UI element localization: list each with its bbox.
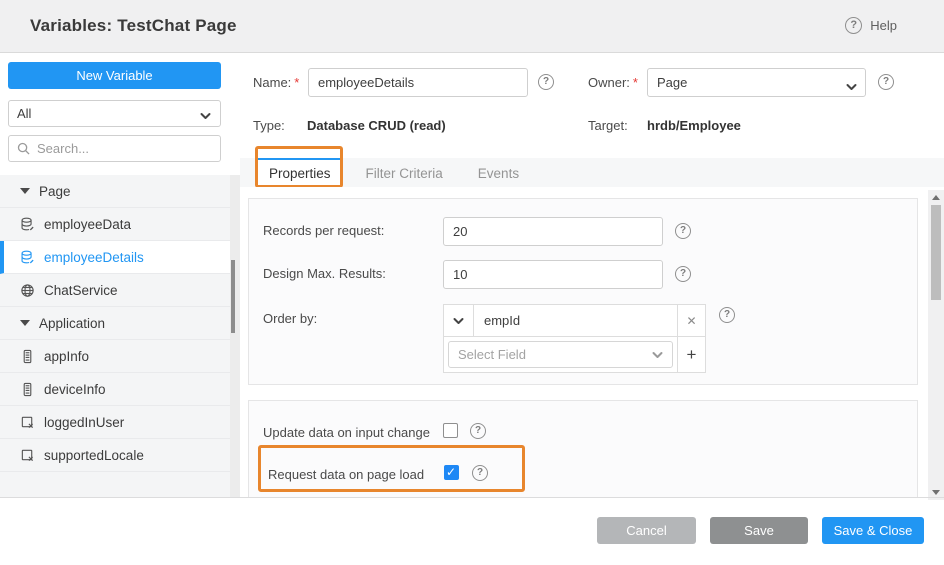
order-by-label: Order by: [263,311,317,326]
order-by-add-row: Select Field [444,336,705,372]
required-asterisk: * [633,75,638,90]
search-box[interactable] [8,135,221,162]
caret-down-icon [20,320,30,326]
main-scrollbar-thumb[interactable] [931,205,941,300]
tree-item-label: deviceInfo [44,382,106,397]
update-data-help-icon[interactable] [470,423,486,439]
remove-order-field-button[interactable] [677,305,705,336]
owner-label: Owner:* [588,75,638,90]
tab-bar: Properties Filter Criteria Events [240,158,944,187]
variable-tree: Page employeeData employeeDetails [0,175,230,497]
name-help-icon[interactable] [538,74,554,90]
request-data-label: Request data on page load [268,467,424,482]
tab-properties[interactable]: Properties [258,158,342,187]
design-max-results-label: Design Max. Results: [263,266,386,281]
order-by-control: empId Select Field [443,304,706,373]
design-help-icon[interactable] [675,266,691,282]
tree-item-label: ChatService [44,283,118,298]
properties-panel: Records per request: Design Max. Results… [240,187,928,497]
select-field-dropdown[interactable]: Select Field [448,341,673,368]
update-data-checkbox[interactable] [443,423,458,438]
variables-sidebar: New Variable All Page employeeData [0,53,230,497]
scroll-down-arrow-icon[interactable] [932,490,940,495]
tree-item-label: loggedInUser [44,415,124,430]
variable-detail-panel: Name:* Owner:* Page Type: Database CRUD … [240,53,944,497]
orderby-help-icon[interactable] [719,307,735,323]
chevron-down-icon [453,317,464,325]
help-icon [845,17,862,34]
model-variable-icon [20,448,35,463]
request-data-checkbox[interactable] [444,465,459,480]
tree-group-label: Application [39,316,105,331]
tab-events[interactable]: Events [467,158,530,187]
tree-group-label: Page [39,184,71,199]
device-icon [20,382,35,397]
request-settings-box: Records per request: Design Max. Results… [248,198,918,385]
model-variable-icon [20,415,35,430]
order-by-field-value[interactable]: empId [474,305,677,336]
tree-item-employeedetails[interactable]: employeeDetails [0,241,230,274]
tab-filter-criteria[interactable]: Filter Criteria [355,158,454,187]
tree-item-label: supportedLocale [44,448,144,463]
records-per-request-label: Records per request: [263,223,384,238]
dialog-header: Variables: TestChat Page Help [0,0,944,53]
page-title: Variables: TestChat Page [30,16,237,36]
tree-item-label: employeeData [44,217,131,232]
order-direction-toggle[interactable] [444,305,474,336]
globe-icon [20,283,35,298]
type-label: Type: [253,118,285,133]
records-per-request-input[interactable] [443,217,663,246]
add-order-field-button[interactable] [677,337,705,372]
main-scrollbar[interactable] [928,190,944,500]
owner-help-icon[interactable] [878,74,894,90]
name-input[interactable] [308,68,528,97]
save-button[interactable]: Save [710,517,808,544]
type-value: Database CRUD (read) [307,118,446,133]
search-input[interactable] [37,141,212,156]
name-label: Name:* [253,75,299,90]
sidebar-scrollbar[interactable] [230,175,240,497]
request-data-help-icon[interactable] [472,465,488,481]
sidebar-scrollbar-thumb[interactable] [231,260,235,333]
tree-group-application[interactable]: Application [0,307,230,340]
tree-item-loggedinuser[interactable]: loggedInUser [0,406,230,439]
update-data-label: Update data on input change [263,425,430,440]
database-icon [20,217,35,232]
records-help-icon[interactable] [675,223,691,239]
chevron-down-icon [652,351,663,359]
tree-item-chatservice[interactable]: ChatService [0,274,230,307]
load-behavior-box: Update data on input change Request data… [248,400,918,497]
tree-group-page[interactable]: Page [0,175,230,208]
design-max-results-input[interactable] [443,260,663,289]
owner-select[interactable]: Page [647,68,866,97]
help-label: Help [870,18,897,33]
tree-item-appinfo[interactable]: appInfo [0,340,230,373]
variable-filter-select[interactable]: All [8,100,221,127]
tree-item-supportedlocale[interactable]: supportedLocale [0,439,230,472]
tree-item-deviceinfo[interactable]: deviceInfo [0,373,230,406]
tree-item-label: employeeDetails [44,250,144,265]
database-icon [20,250,35,265]
scroll-up-arrow-icon[interactable] [932,195,940,200]
caret-down-icon [20,188,30,194]
device-icon [20,349,35,364]
cancel-button[interactable]: Cancel [597,517,696,544]
required-asterisk: * [294,75,299,90]
search-icon [17,142,30,155]
target-label: Target: [588,118,628,133]
save-and-close-button[interactable]: Save & Close [822,517,924,544]
tree-item-employeedata[interactable]: employeeData [0,208,230,241]
new-variable-button[interactable]: New Variable [8,62,221,89]
footer-divider [0,497,944,498]
target-value: hrdb/Employee [647,118,741,133]
tree-item-label: appInfo [44,349,89,364]
select-field-placeholder: Select Field [458,347,526,362]
help-button[interactable]: Help [845,17,897,34]
order-by-row: empId [444,305,705,336]
